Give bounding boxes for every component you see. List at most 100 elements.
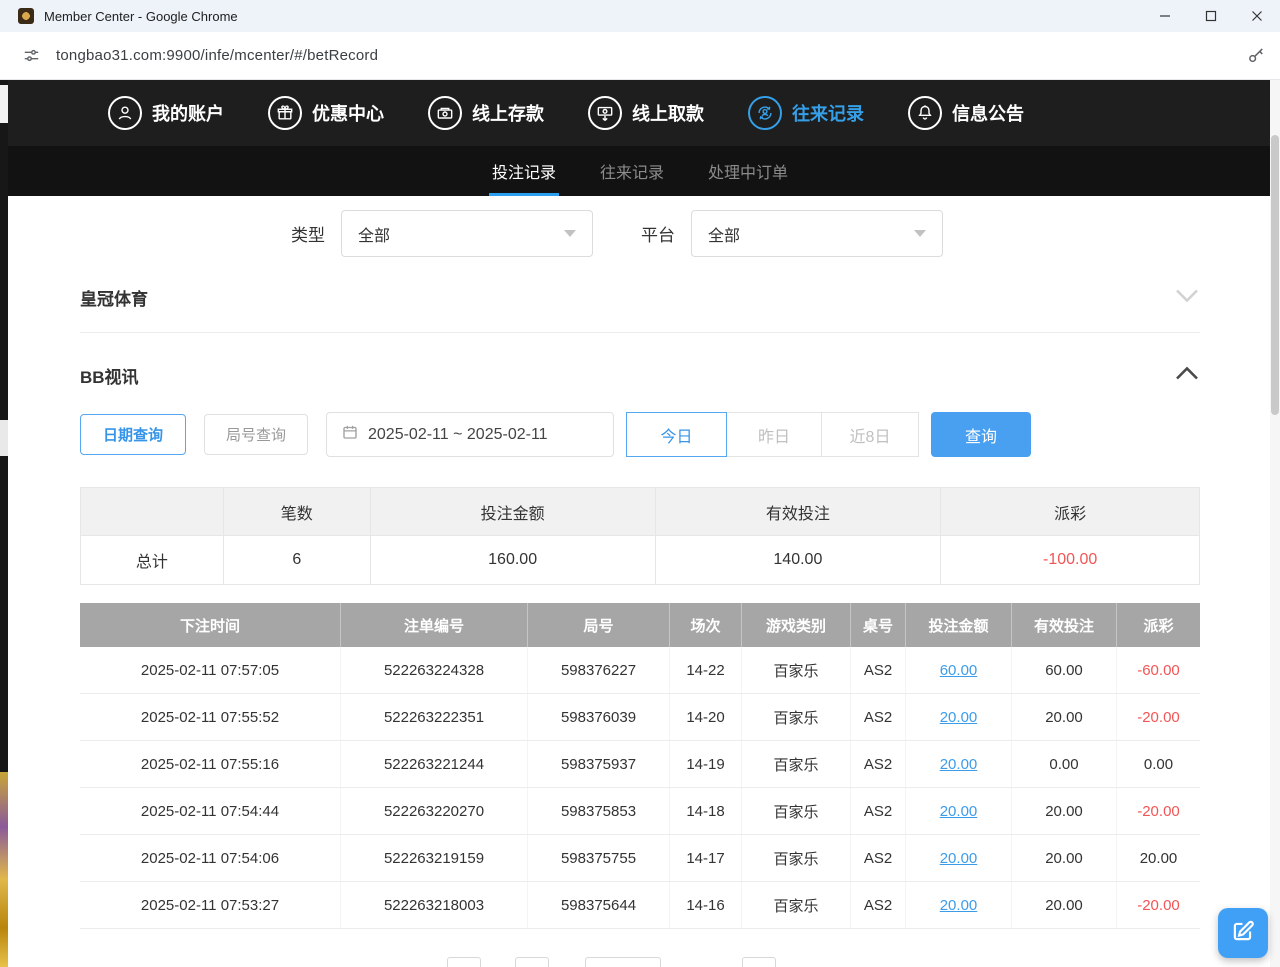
- section-bb-video[interactable]: BB视讯: [80, 363, 1200, 388]
- bet-time-cell: 2025-02-11 07:55:16: [80, 741, 341, 787]
- nav-item-my-account[interactable]: 我的账户: [108, 96, 224, 130]
- summary-header-count: 笔数: [224, 488, 371, 536]
- table-number-cell: AS2: [851, 835, 906, 881]
- pagination-next-button[interactable]: [742, 957, 776, 967]
- today-button[interactable]: 今日: [626, 412, 727, 457]
- bet-amount-link[interactable]: 20.00: [940, 709, 978, 726]
- withdraw-icon: [588, 96, 622, 130]
- header-valid-bet: 有效投注: [1012, 603, 1117, 647]
- platform-dropdown[interactable]: 全部: [691, 210, 943, 257]
- background-game-art: [0, 772, 8, 967]
- tab-bet-records[interactable]: 投注记录: [489, 146, 559, 196]
- nav-item-label: 我的账户: [152, 100, 224, 126]
- summary-table: 笔数 投注金额 有效投注 派彩 总计 6 160.00 140.00 -100.…: [80, 487, 1200, 585]
- screen: Member Center - Google Chrome tongbao31.…: [0, 0, 1280, 967]
- chevron-up-icon[interactable]: [1174, 366, 1200, 386]
- session-cell: 14-18: [670, 788, 742, 834]
- header-table-number: 桌号: [851, 603, 906, 647]
- round-number-cell: 598375937: [528, 741, 670, 787]
- valid-bet-cell: 20.00: [1012, 835, 1117, 881]
- dropdown-value: 全部: [358, 222, 390, 246]
- valid-bet-cell: 20.00: [1012, 788, 1117, 834]
- site-settings-icon[interactable]: [14, 42, 48, 70]
- maximize-button[interactable]: [1188, 0, 1234, 32]
- bet-time-cell: 2025-02-11 07:57:05: [80, 647, 341, 693]
- bet-amount-link[interactable]: 20.00: [940, 756, 978, 773]
- dropdown-value: 全部: [708, 222, 740, 246]
- date-range-input[interactable]: 2025-02-11 ~ 2025-02-11: [326, 412, 614, 457]
- bet-amount-link[interactable]: 20.00: [940, 803, 978, 820]
- table-row: 2025-02-11 07:54:44 522263220270 5983758…: [80, 788, 1200, 835]
- nav-item-label: 优惠中心: [312, 100, 384, 126]
- scrollbar[interactable]: [1270, 80, 1280, 967]
- filter-row: 类型 全部 平台 全部: [80, 210, 1200, 257]
- payout-cell: -20.00: [1117, 694, 1200, 740]
- chevron-down-icon[interactable]: [1174, 288, 1200, 308]
- summary-total-row: 总计 6 160.00 140.00 -100.00: [81, 536, 1200, 585]
- nav-item-announcements[interactable]: 信息公告: [908, 96, 1024, 130]
- bet-amount-link[interactable]: 20.00: [940, 897, 978, 914]
- round-number-cell: 598375853: [528, 788, 670, 834]
- pagination-size-select[interactable]: [585, 957, 661, 967]
- table-row: 2025-02-11 07:54:06 522263219159 5983757…: [80, 835, 1200, 882]
- pagination-prev-button[interactable]: [447, 957, 481, 967]
- header-bet-amount: 投注金额: [906, 603, 1012, 647]
- tab-processing-orders[interactable]: 处理中订单: [705, 146, 791, 196]
- edit-icon: [1230, 918, 1256, 949]
- date-query-button[interactable]: 日期查询: [80, 414, 186, 455]
- nav-item-deposit[interactable]: 线上存款: [428, 96, 544, 130]
- bet-number-cell: 522263221244: [341, 741, 528, 787]
- scrollbar-thumb[interactable]: [1271, 135, 1279, 415]
- bet-amount-link[interactable]: 20.00: [940, 850, 978, 867]
- valid-bet-cell: 60.00: [1012, 647, 1117, 693]
- close-button[interactable]: [1234, 0, 1280, 32]
- address-bar: tongbao31.com:9900/infe/mcenter/#/betRec…: [0, 32, 1280, 80]
- game-type-cell: 百家乐: [742, 882, 851, 928]
- round-number-cell: 598376039: [528, 694, 670, 740]
- table-header-row: 下注时间 注单编号 局号 场次 游戏类别 桌号 投注金额 有效投注 派彩: [80, 603, 1200, 647]
- minimize-button[interactable]: [1142, 0, 1188, 32]
- password-key-icon[interactable]: [1246, 46, 1266, 66]
- background-fragment: [0, 420, 8, 456]
- nav-item-withdraw[interactable]: 线上取款: [588, 96, 704, 130]
- header-payout: 派彩: [1117, 603, 1200, 647]
- yesterday-button[interactable]: 昨日: [726, 412, 822, 457]
- game-type-cell: 百家乐: [742, 741, 851, 787]
- payout-cell: -60.00: [1117, 647, 1200, 693]
- search-button[interactable]: 查询: [931, 412, 1031, 457]
- nav-item-label: 信息公告: [952, 100, 1024, 126]
- round-query-button[interactable]: 局号查询: [204, 414, 308, 455]
- bet-time-cell: 2025-02-11 07:54:44: [80, 788, 341, 834]
- nav-item-label: 线上存款: [472, 100, 544, 126]
- header-game-type: 游戏类别: [742, 603, 851, 647]
- url-text[interactable]: tongbao31.com:9900/infe/mcenter/#/betRec…: [56, 47, 378, 64]
- payout-cell: -20.00: [1117, 882, 1200, 928]
- game-type-cell: 百家乐: [742, 694, 851, 740]
- type-dropdown[interactable]: 全部: [341, 210, 593, 257]
- table-number-cell: AS2: [851, 741, 906, 787]
- payout-cell: 20.00: [1117, 835, 1200, 881]
- summary-valid: 140.00: [656, 536, 942, 585]
- bet-number-cell: 522263219159: [341, 835, 528, 881]
- tab-transaction-records[interactable]: 往来记录: [597, 146, 667, 196]
- pagination: [447, 957, 1200, 967]
- table-number-cell: AS2: [851, 882, 906, 928]
- bet-number-cell: 522263220270: [341, 788, 528, 834]
- round-number-cell: 598375644: [528, 882, 670, 928]
- bet-time-cell: 2025-02-11 07:54:06: [80, 835, 341, 881]
- bet-amount-link[interactable]: 60.00: [940, 662, 978, 679]
- section-crown-sports[interactable]: 皇冠体育: [80, 285, 1200, 333]
- section-title: BB视讯: [80, 363, 139, 388]
- nav-item-records[interactable]: 往来记录: [748, 96, 864, 130]
- payout-cell: 0.00: [1117, 741, 1200, 787]
- bet-time-cell: 2025-02-11 07:55:52: [80, 694, 341, 740]
- type-filter-label: 类型: [291, 221, 325, 246]
- feedback-fab-button[interactable]: [1218, 908, 1268, 958]
- header-round-number: 局号: [528, 603, 670, 647]
- page-body: 类型 全部 平台 全部 皇冠体育 BB视讯: [8, 210, 1272, 967]
- pagination-page-button[interactable]: [515, 957, 549, 967]
- nav-item-promotions[interactable]: 优惠中心: [268, 96, 384, 130]
- session-cell: 14-22: [670, 647, 742, 693]
- last8days-button[interactable]: 近8日: [821, 412, 919, 457]
- bet-records-table: 下注时间 注单编号 局号 场次 游戏类别 桌号 投注金额 有效投注 派彩 202…: [80, 603, 1200, 929]
